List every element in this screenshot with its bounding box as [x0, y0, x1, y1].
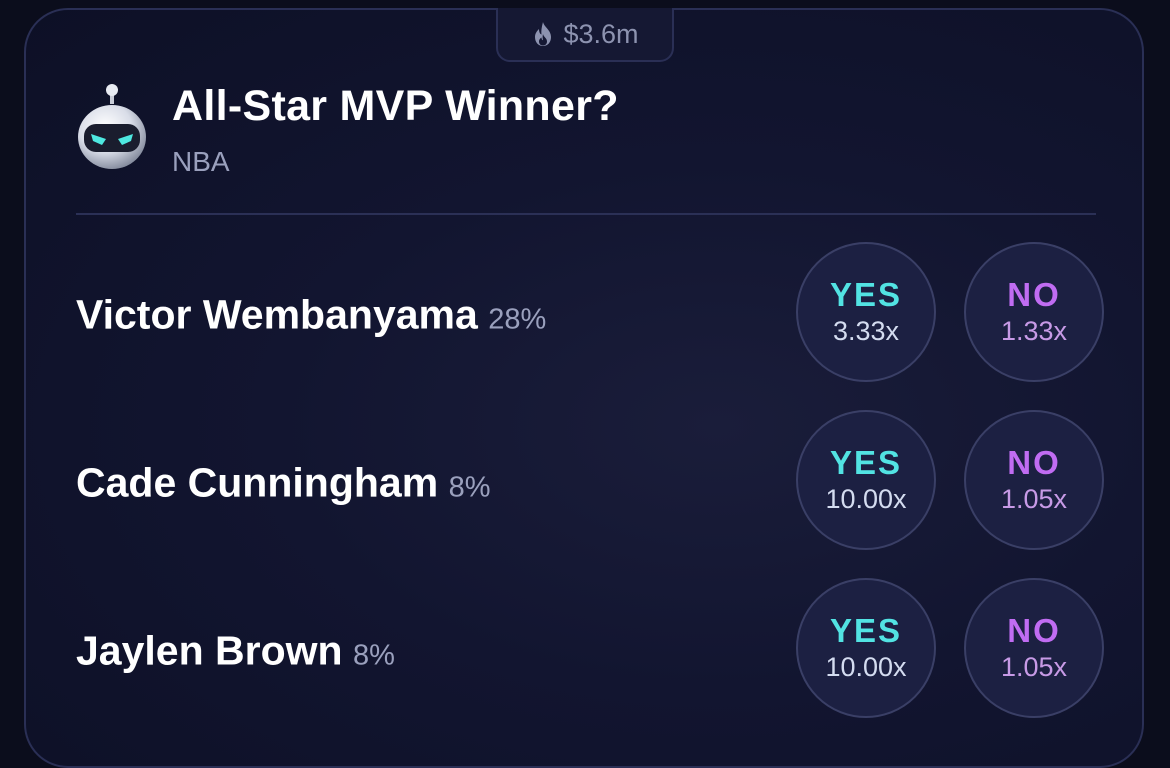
volume-amount: $3.6m — [563, 18, 639, 49]
market-category: NBA — [172, 146, 230, 177]
yes-button[interactable]: YES 3.33x — [796, 242, 936, 382]
no-multiplier: 1.05x — [1000, 652, 1068, 682]
header-divider — [76, 213, 1096, 215]
no-multiplier: 1.33x — [1000, 316, 1068, 346]
no-multiplier: 1.05x — [1000, 484, 1068, 514]
yes-multiplier: 10.00x — [825, 484, 907, 514]
yes-label: YES — [829, 276, 903, 313]
yes-button[interactable]: YES 10.00x — [796, 578, 936, 718]
yes-multiplier: 10.00x — [825, 652, 907, 682]
player-probability: 8% — [353, 639, 395, 672]
player-name: Cade Cunningham — [76, 459, 439, 506]
no-label: NO — [1007, 444, 1061, 481]
yes-label: YES — [829, 612, 903, 649]
player-name: Victor Wembanyama — [76, 291, 478, 338]
outcome-row-1: Victor Wembanyama 28% YES 3.33x NO 1.33x — [76, 242, 1108, 388]
player-probability: 28% — [488, 303, 547, 336]
yes-label: YES — [829, 444, 903, 481]
robot-avatar-icon — [76, 82, 148, 174]
yes-button[interactable]: YES 10.00x — [796, 410, 936, 550]
flame-icon — [531, 21, 555, 47]
player-name: Jaylen Brown — [76, 627, 343, 674]
outcome-row-2: Cade Cunningham 8% YES 10.00x NO 1.05x — [76, 410, 1108, 556]
volume-badge: $3.6m — [496, 8, 674, 62]
no-button[interactable]: NO 1.05x — [964, 410, 1104, 550]
market-title: All-Star MVP Winner? — [172, 82, 619, 130]
no-button[interactable]: NO 1.33x — [964, 242, 1104, 382]
player-probability: 8% — [448, 471, 491, 504]
no-button[interactable]: NO 1.05x — [964, 578, 1104, 718]
market-header: All-Star MVP Winner? NBA — [76, 82, 619, 178]
no-label: NO — [1007, 276, 1061, 313]
outcome-row-3: Jaylen Brown 8% YES 10.00x NO 1.05x — [76, 578, 1108, 724]
no-label: NO — [1007, 612, 1061, 649]
yes-multiplier: 3.33x — [832, 316, 900, 346]
